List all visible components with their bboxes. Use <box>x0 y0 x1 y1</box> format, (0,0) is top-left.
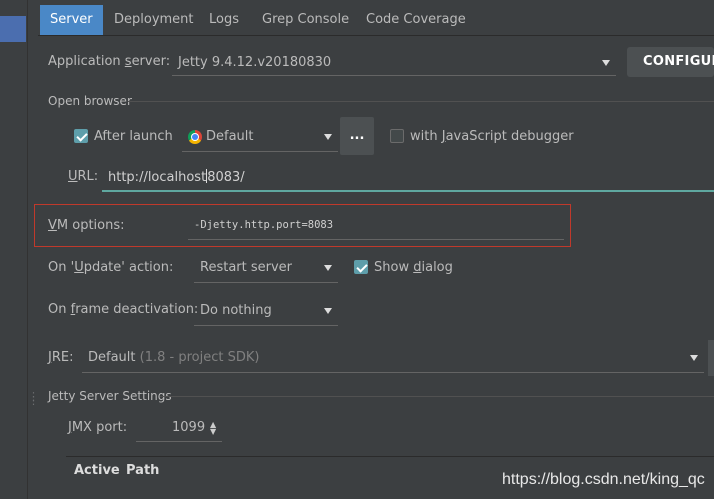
left-panel <box>0 0 28 499</box>
on-frame-combo[interactable]: Do nothing <box>194 296 338 326</box>
watermark-text: https://blog.csdn.net/king_qc <box>502 471 705 488</box>
js-debugger-checkbox[interactable] <box>390 129 404 143</box>
show-dialog-checkbox[interactable] <box>354 260 368 274</box>
section-divider <box>160 396 714 397</box>
jre-label: JRE: <box>48 350 74 365</box>
chevron-down-icon <box>690 354 698 361</box>
chevron-down-icon <box>324 307 332 314</box>
show-dialog-label: Show dialog <box>374 260 453 275</box>
on-update-label: On 'Update' action: <box>48 260 174 275</box>
vm-options-label: VM options: <box>48 218 125 233</box>
configure-button[interactable]: CONFIGURE... <box>627 47 714 77</box>
after-launch-label: After launch <box>94 129 173 144</box>
section-divider <box>128 101 714 102</box>
chevron-down-icon <box>324 264 332 271</box>
on-update-combo[interactable]: Restart server <box>194 253 338 283</box>
left-panel-selected-item[interactable] <box>0 16 26 42</box>
jetty-settings-section-title: Jetty Server Settings <box>48 389 172 403</box>
tab-code-coverage[interactable]: Code Coverage <box>356 5 476 35</box>
on-update-value: Restart server <box>200 260 293 275</box>
js-debugger-label: with JavaScript debugger <box>410 129 574 144</box>
drag-handle-icon[interactable]: ⋮ ⋮ <box>28 391 39 406</box>
jre-side-button[interactable] <box>708 340 714 376</box>
jre-value: Default <box>88 350 136 365</box>
after-launch-checkbox[interactable] <box>74 129 88 143</box>
browser-combo[interactable]: Default <box>182 122 338 152</box>
tab-server[interactable]: Server <box>40 5 103 35</box>
url-input[interactable]: http://localhost8083/ <box>102 164 714 192</box>
tab-bar: Server Deployment Logs Grep Console Code… <box>38 0 714 36</box>
app-server-combo[interactable]: Jetty 9.4.12.v20180830 <box>172 50 616 76</box>
chevron-down-icon <box>324 133 332 140</box>
chevron-down-icon <box>602 59 610 66</box>
jre-combo[interactable]: Default (1.8 - project SDK) <box>82 343 704 373</box>
jmx-port-value: 1099 <box>172 420 206 435</box>
column-header-active[interactable]: Active <box>74 463 120 478</box>
on-frame-label: On frame deactivation: <box>48 302 199 317</box>
jmx-port-label: JMX port: <box>68 420 128 435</box>
tab-logs[interactable]: Logs <box>199 5 249 35</box>
jmx-port-spinner[interactable]: 1099 ▲ ▼ <box>136 414 222 442</box>
app-server-label: Application server: <box>48 54 171 69</box>
chrome-icon <box>188 130 202 144</box>
browse-button[interactable]: ... <box>340 117 374 155</box>
column-header-path[interactable]: Path <box>126 463 159 478</box>
jre-hint: (1.8 - project SDK) <box>139 350 260 365</box>
app-server-value: Jetty 9.4.12.v20180830 <box>178 55 332 70</box>
on-frame-value: Do nothing <box>200 303 272 318</box>
vm-options-input[interactable]: -Djetty.http.port=8083 <box>188 212 564 240</box>
url-label: URL: <box>68 169 99 184</box>
open-browser-section-title: Open browser <box>48 94 132 108</box>
tab-grep-console[interactable]: Grep Console <box>252 5 359 35</box>
spinner-arrows-icon[interactable]: ▲ ▼ <box>210 421 216 436</box>
browser-value: Default <box>206 129 254 144</box>
tab-deployment[interactable]: Deployment <box>104 5 204 35</box>
